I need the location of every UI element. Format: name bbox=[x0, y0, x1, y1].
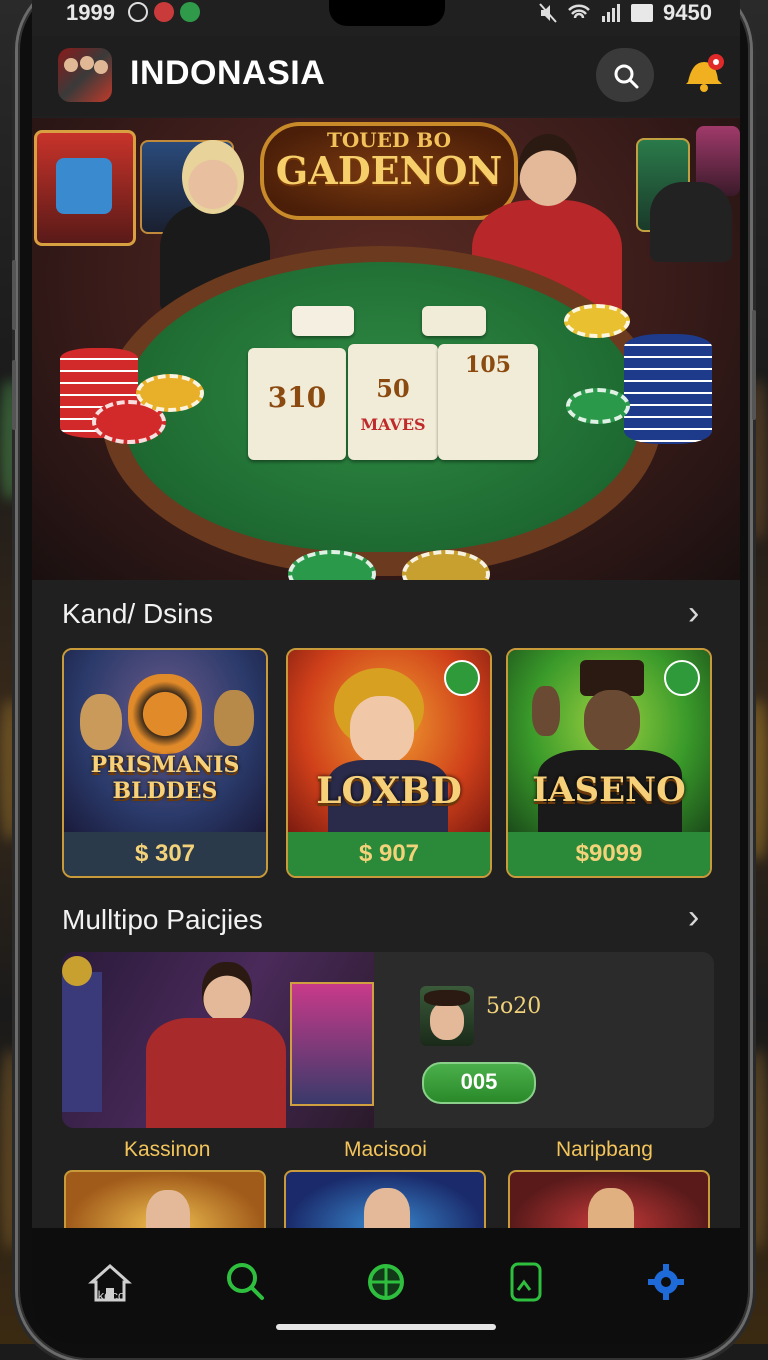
sign-main-text: GADENON bbox=[275, 148, 503, 193]
chevron-right-icon[interactable]: › bbox=[688, 594, 699, 633]
game-price: $ 907 bbox=[288, 832, 490, 876]
camera-notch bbox=[329, 0, 445, 26]
multi-card-button[interactable]: 005 bbox=[422, 1062, 536, 1104]
player-man-head bbox=[518, 134, 578, 206]
game-name: IASENO bbox=[532, 770, 686, 810]
table-card-1: 310 bbox=[248, 348, 346, 460]
section-title-2: Mulltipo Paicjies bbox=[62, 904, 263, 935]
multi-card[interactable]: 5o20 005 bbox=[62, 952, 714, 1128]
dealer-woman-head bbox=[182, 140, 244, 214]
home-indicator[interactable] bbox=[276, 1324, 496, 1330]
notification-bell-icon[interactable] bbox=[682, 52, 726, 92]
category-label-3[interactable]: Naripbang bbox=[556, 1138, 653, 1162]
section-title-1: Kand/ Dsins bbox=[62, 598, 213, 629]
table-card-3: 105 bbox=[438, 344, 538, 460]
chip-gold bbox=[564, 304, 630, 338]
chip-stack-blue bbox=[624, 334, 712, 444]
status-bar: 1999 9450 bbox=[32, 0, 740, 30]
status-battery-text: 9450 bbox=[663, 0, 712, 25]
chip-yellow bbox=[136, 374, 204, 412]
slot-screen-left bbox=[56, 158, 112, 214]
app-red-icon bbox=[154, 2, 174, 22]
mute-icon bbox=[539, 3, 557, 23]
app-bar: INDONASIA bbox=[32, 36, 740, 116]
table-card-top-left bbox=[292, 306, 354, 336]
table-card-2: 50 MAVES bbox=[348, 344, 438, 460]
casino-sign: TOUED BO GADENON bbox=[260, 122, 518, 220]
category-label-2[interactable]: Macisooi bbox=[344, 1138, 427, 1162]
badge-icon bbox=[664, 660, 700, 696]
game-price: $9099 bbox=[508, 832, 710, 876]
multi-card-image bbox=[62, 952, 374, 1128]
status-time: 1999 bbox=[66, 0, 115, 25]
signal-icon bbox=[602, 4, 621, 22]
home-icon[interactable] bbox=[80, 1252, 140, 1312]
app-logo[interactable] bbox=[58, 48, 112, 102]
app-title: INDONASIA bbox=[130, 54, 326, 92]
avatar bbox=[420, 986, 474, 1046]
battery-icon bbox=[631, 4, 654, 22]
hero-banner[interactable]: TOUED BO GADENON 310 50 MAVES 105 bbox=[32, 118, 740, 580]
game-card[interactable]: PRISMANIS BLDDES $ 307 bbox=[62, 648, 268, 878]
game-name: PRISMANIS BLDDES bbox=[90, 752, 240, 804]
search-button[interactable] bbox=[596, 48, 654, 102]
wallet-icon[interactable] bbox=[496, 1252, 556, 1312]
badge-icon bbox=[444, 660, 480, 696]
chevron-right-icon[interactable]: › bbox=[688, 898, 699, 937]
chip-green bbox=[566, 388, 630, 424]
home-nav-label: Ikeco bbox=[94, 1288, 126, 1303]
table-card-top-right bbox=[422, 306, 486, 336]
globe-icon[interactable] bbox=[356, 1252, 416, 1312]
app-green-icon bbox=[180, 2, 200, 22]
alarm-icon bbox=[128, 2, 148, 22]
game-card[interactable]: LOXBD $ 907 bbox=[286, 648, 492, 878]
gear-icon[interactable] bbox=[636, 1252, 696, 1312]
wifi-icon bbox=[568, 4, 590, 19]
multi-card-value: 5o20 bbox=[486, 994, 542, 1019]
bg-player bbox=[650, 182, 732, 262]
game-card[interactable]: IASENO $9099 bbox=[506, 648, 712, 878]
search-icon[interactable] bbox=[216, 1252, 276, 1312]
game-name: LOXBD bbox=[316, 770, 462, 812]
game-art bbox=[64, 650, 266, 834]
category-label-1[interactable]: Kassinon bbox=[124, 1138, 210, 1162]
search-icon bbox=[614, 64, 639, 89]
screen: 1999 9450 INDONASIA TOUED BO GADENON 310… bbox=[32, 0, 740, 1344]
game-price: $ 307 bbox=[64, 832, 266, 876]
